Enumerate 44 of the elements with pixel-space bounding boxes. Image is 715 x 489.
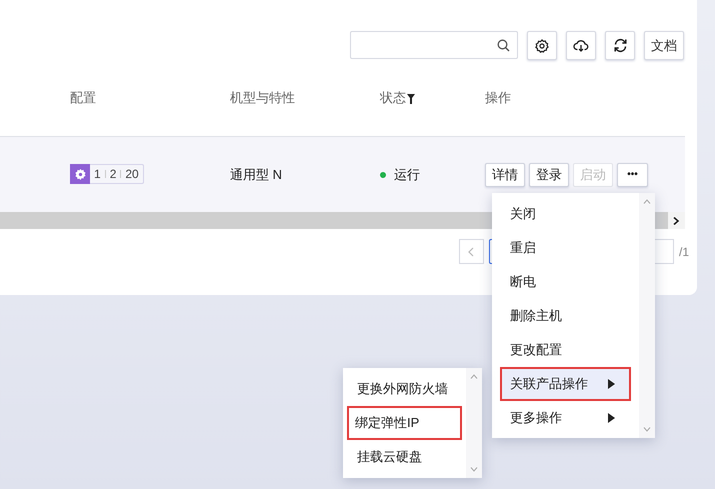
- search-icon: [497, 38, 510, 52]
- cloud-download-icon: [573, 39, 589, 52]
- scroll-right-button[interactable]: [668, 212, 685, 229]
- chevron-left-icon: [468, 246, 474, 256]
- config-value: 2: [110, 166, 116, 183]
- submenu-item[interactable]: 挂载云硬盘: [349, 440, 462, 474]
- refresh-button[interactable]: [605, 31, 635, 60]
- scroll-down-icon[interactable]: [643, 427, 651, 432]
- submenu-item[interactable]: 绑定弹性IP: [347, 406, 462, 440]
- action-button[interactable]: 登录: [529, 162, 569, 186]
- instance-type: 通用型 N: [230, 166, 282, 182]
- menu-item[interactable]: 关联产品操作: [500, 367, 631, 401]
- gear-icon: [74, 168, 86, 180]
- status-text: 运行: [394, 166, 420, 184]
- scroll-down-icon[interactable]: [470, 467, 478, 472]
- docs-button[interactable]: 文档: [644, 31, 684, 60]
- filter-icon[interactable]: [407, 94, 415, 104]
- column-header: 状态: [380, 90, 415, 106]
- config-value: 20: [125, 166, 139, 183]
- column-header: 机型与特性: [230, 90, 295, 106]
- scroll-up-icon[interactable]: [470, 374, 478, 379]
- refresh-icon: [612, 38, 628, 53]
- scroll-up-icon[interactable]: [643, 199, 651, 204]
- menu-item[interactable]: 删除主机: [500, 299, 631, 333]
- submenu-arrow-icon: [608, 413, 615, 423]
- menu-item[interactable]: 更改配置: [500, 333, 631, 367]
- page-total: /1: [678, 244, 689, 260]
- previous-page-button[interactable]: [458, 239, 484, 264]
- submenu-item[interactable]: 更换外网防火墙: [349, 372, 462, 406]
- menu-item[interactable]: 更多操作: [500, 401, 631, 435]
- settings-button[interactable]: [527, 31, 557, 60]
- config-value: 1: [94, 166, 101, 183]
- column-header: 配置: [70, 90, 96, 106]
- action-button[interactable]: 详情: [485, 162, 525, 186]
- menu-item[interactable]: 重启: [500, 231, 631, 265]
- menu-item[interactable]: 断电: [500, 265, 631, 299]
- column-header: 操作: [485, 90, 511, 106]
- submenu-arrow-icon: [608, 379, 615, 389]
- search-field[interactable]: [350, 31, 518, 59]
- download-button[interactable]: [566, 31, 596, 60]
- more-button[interactable]: •••: [617, 162, 648, 186]
- chevron-right-icon: [673, 216, 680, 224]
- menu-item[interactable]: 关闭: [500, 197, 631, 231]
- settings-icon: [535, 38, 549, 52]
